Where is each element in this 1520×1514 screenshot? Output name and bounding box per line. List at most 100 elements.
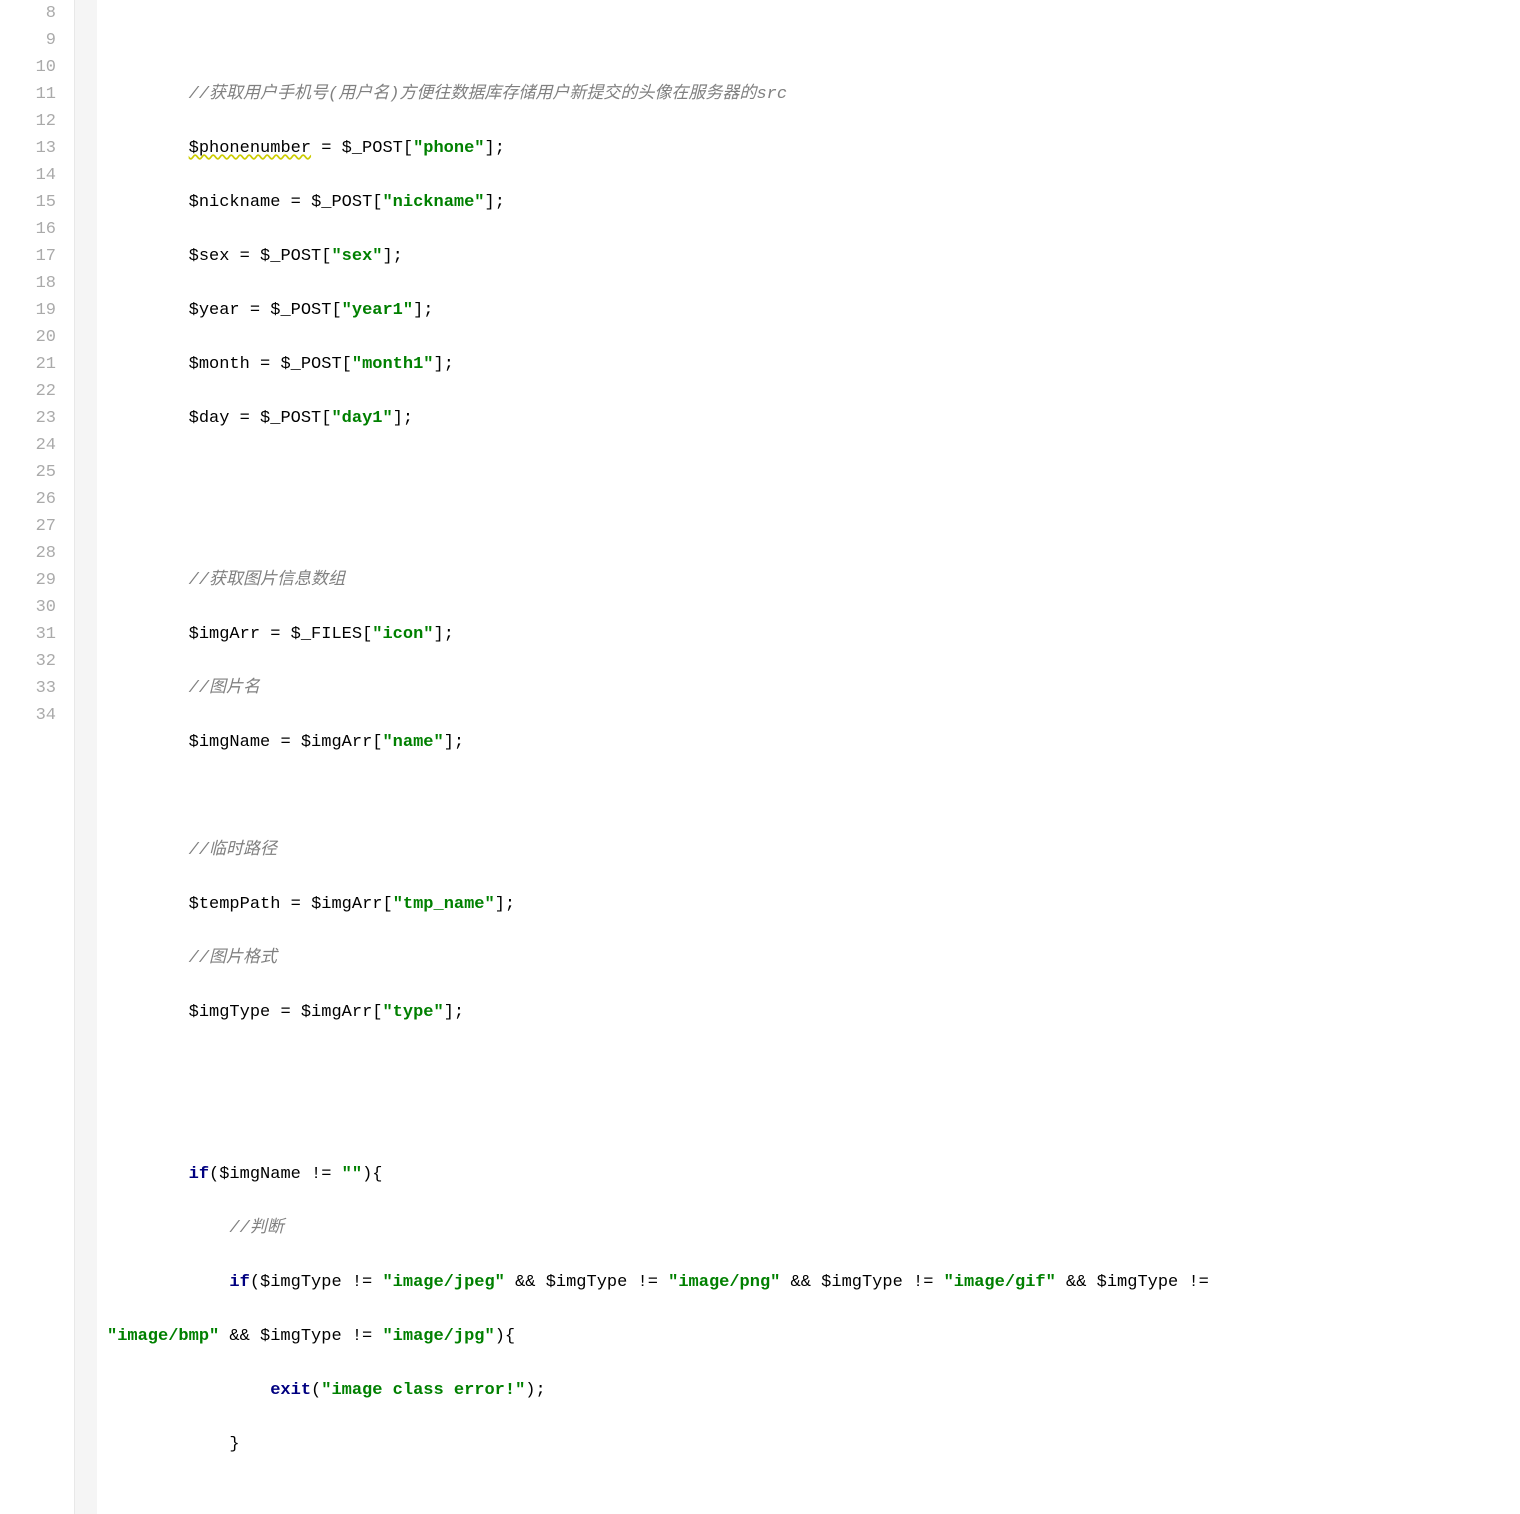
code-line[interactable]: [107, 513, 1520, 540]
variable: $imgName: [189, 733, 271, 752]
superglobal: $_POST: [260, 409, 321, 428]
code-line[interactable]: //图片名: [107, 675, 1520, 702]
variable: $imgArr: [189, 625, 260, 644]
string: "tmp_name": [393, 895, 495, 914]
comment: //获取图片信息数组: [189, 571, 345, 590]
line-number: 17: [0, 243, 56, 270]
line-number: 30: [0, 594, 56, 621]
superglobal: $_POST: [280, 355, 341, 374]
variable: $sex: [189, 247, 230, 266]
variable: $imgType: [546, 1273, 628, 1292]
variable: $imgType: [821, 1273, 903, 1292]
line-number: 20: [0, 324, 56, 351]
variable: $imgName: [219, 1165, 301, 1184]
code-line[interactable]: $month = $_POST["month1"];: [107, 351, 1520, 378]
line-number: 34: [0, 702, 56, 729]
line-number: 13: [0, 135, 56, 162]
code-editor[interactable]: //获取用户手机号(用户名)方便往数据库存储用户新提交的头像在服务器的src $…: [97, 0, 1520, 1514]
code-line[interactable]: [107, 459, 1520, 486]
line-number: 10: [0, 54, 56, 81]
line-number: 31: [0, 621, 56, 648]
line-number: 15: [0, 189, 56, 216]
code-line[interactable]: $nickname = $_POST["nickname"];: [107, 189, 1520, 216]
string: "name": [382, 733, 443, 752]
variable: $imgType: [260, 1327, 342, 1346]
line-number: 24: [0, 432, 56, 459]
variable: $day: [189, 409, 230, 428]
code-line[interactable]: //获取图片信息数组: [107, 567, 1520, 594]
string: "image/bmp": [107, 1327, 219, 1346]
keyword: if: [189, 1165, 209, 1184]
line-number: 25: [0, 459, 56, 486]
string: "phone": [413, 139, 484, 158]
comment: //图片格式: [189, 949, 277, 968]
line-number: 29: [0, 567, 56, 594]
string: "image/png": [668, 1273, 780, 1292]
line-number: 28: [0, 540, 56, 567]
code-line[interactable]: }: [107, 1431, 1520, 1458]
code-line[interactable]: //获取用户手机号(用户名)方便往数据库存储用户新提交的头像在服务器的src: [107, 81, 1520, 108]
line-number: 19: [0, 297, 56, 324]
line-number: 23: [0, 405, 56, 432]
superglobal: $_POST: [270, 301, 331, 320]
code-line[interactable]: //判断: [107, 1215, 1520, 1242]
line-number-gutter: 8 9 10 11 12 13 14 15 16 17 18 19 20 21 …: [0, 0, 75, 1514]
code-line[interactable]: [107, 1107, 1520, 1134]
code-line[interactable]: if($imgName != ""){: [107, 1161, 1520, 1188]
code-line[interactable]: [107, 783, 1520, 810]
line-number: 18: [0, 270, 56, 297]
line-number: 8: [0, 0, 56, 27]
string: "image/jpeg": [382, 1273, 504, 1292]
code-line[interactable]: [107, 1053, 1520, 1080]
string: "sex": [331, 247, 382, 266]
superglobal: $_FILES: [291, 625, 362, 644]
string: "image/jpg": [382, 1327, 494, 1346]
code-line[interactable]: [107, 1485, 1520, 1512]
comment: //获取用户手机号(用户名)方便往数据库存储用户新提交的头像在服务器的src: [189, 85, 787, 104]
code-line[interactable]: [107, 27, 1520, 54]
variable: $imgArr: [301, 733, 372, 752]
variable: $imgType: [189, 1003, 271, 1022]
string: "image/gif": [944, 1273, 1056, 1292]
line-number: 14: [0, 162, 56, 189]
code-line[interactable]: $day = $_POST["day1"];: [107, 405, 1520, 432]
comment: //临时路径: [189, 841, 277, 860]
string: "image class error!": [321, 1381, 525, 1400]
variable: $imgType: [1097, 1273, 1179, 1292]
code-line[interactable]: $imgType = $imgArr["type"];: [107, 999, 1520, 1026]
line-number: 32: [0, 648, 56, 675]
line-number: 11: [0, 81, 56, 108]
code-line[interactable]: $imgArr = $_FILES["icon"];: [107, 621, 1520, 648]
string: "month1": [352, 355, 434, 374]
variable: $imgArr: [301, 1003, 372, 1022]
variable: $year: [189, 301, 240, 320]
superglobal: $_POST: [260, 247, 321, 266]
code-line[interactable]: if($imgType != "image/jpeg" && $imgType …: [107, 1269, 1520, 1296]
line-number: 33: [0, 675, 56, 702]
superglobal: $_POST: [342, 139, 403, 158]
code-line[interactable]: $year = $_POST["year1"];: [107, 297, 1520, 324]
variable: $month: [189, 355, 250, 374]
function-call: exit: [270, 1381, 311, 1400]
line-number: 9: [0, 27, 56, 54]
variable: $imgArr: [311, 895, 382, 914]
code-line[interactable]: $phonenumber = $_POST["phone"];: [107, 135, 1520, 162]
code-line[interactable]: //图片格式: [107, 945, 1520, 972]
line-number: 26: [0, 486, 56, 513]
code-line-wrap[interactable]: "image/bmp" && $imgType != "image/jpg"){: [107, 1323, 1520, 1350]
variable: $tempPath: [189, 895, 281, 914]
string: "": [342, 1165, 362, 1184]
code-line[interactable]: $tempPath = $imgArr["tmp_name"];: [107, 891, 1520, 918]
string: "icon": [372, 625, 433, 644]
code-line[interactable]: $imgName = $imgArr["name"];: [107, 729, 1520, 756]
string: "year1": [342, 301, 413, 320]
superglobal: $_POST: [311, 193, 372, 212]
line-number: 12: [0, 108, 56, 135]
line-number: 21: [0, 351, 56, 378]
variable: $nickname: [189, 193, 281, 212]
code-line[interactable]: exit("image class error!");: [107, 1377, 1520, 1404]
code-line[interactable]: //临时路径: [107, 837, 1520, 864]
line-number: 27: [0, 513, 56, 540]
fold-margin: [75, 0, 97, 1514]
code-line[interactable]: $sex = $_POST["sex"];: [107, 243, 1520, 270]
